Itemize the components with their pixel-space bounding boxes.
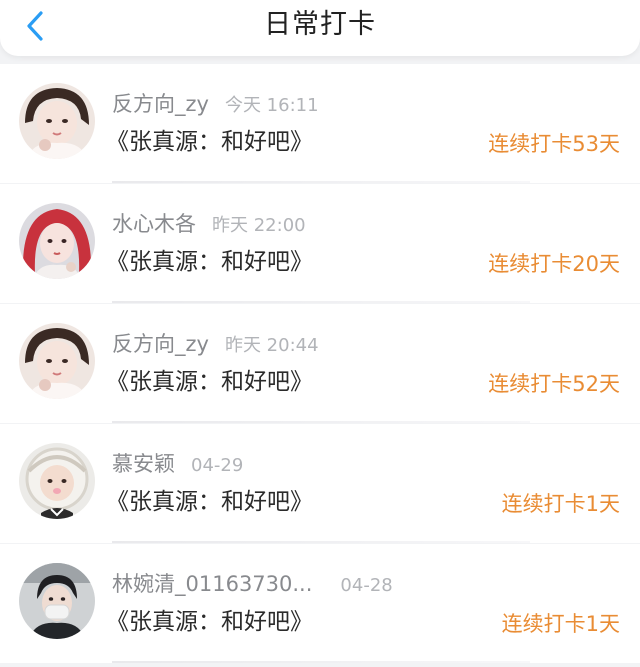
streak-label: 连续打卡53天 xyxy=(488,132,620,156)
list-item[interactable]: 水心木各 昨天 22:00 《张真源：和好吧》 连续打卡20天 xyxy=(0,184,640,303)
book-title[interactable]: 《张真源：和好吧》 xyxy=(106,242,313,276)
avatar[interactable] xyxy=(19,563,95,639)
list-item[interactable]: 慕安颖 04-29 《张真源：和好吧》 连续打卡1天 xyxy=(0,424,640,543)
user-avatar-icon xyxy=(19,323,95,399)
top-bar: 日常打卡 xyxy=(0,0,640,56)
streak-label: 连续打卡52天 xyxy=(488,372,620,396)
divider xyxy=(112,421,530,423)
username[interactable]: 水心木各 xyxy=(112,208,196,238)
timestamp: 04-28 xyxy=(340,575,393,596)
user-avatar-icon xyxy=(19,83,95,159)
checkin-list: 反方向_zy 今天 16:11 《张真源：和好吧》 连续打卡53天 水心木各 昨… xyxy=(0,64,640,667)
avatar[interactable] xyxy=(19,323,95,399)
page-title: 日常打卡 xyxy=(264,9,376,40)
username[interactable]: 反方向_zy xyxy=(112,328,209,358)
book-title[interactable]: 《张真源：和好吧》 xyxy=(106,482,313,516)
username[interactable]: 慕安颖 xyxy=(112,448,175,478)
streak-label: 连续打卡1天 xyxy=(501,492,620,516)
avatar[interactable] xyxy=(19,443,95,519)
avatar[interactable] xyxy=(19,83,95,159)
user-avatar-icon xyxy=(19,203,95,279)
streak-label: 连续打卡20天 xyxy=(488,252,620,276)
timestamp: 今天 16:11 xyxy=(224,95,319,116)
user-avatar-icon xyxy=(19,443,95,519)
username[interactable]: 反方向_zy xyxy=(112,88,209,118)
list-item[interactable]: 反方向_zy 今天 16:11 《张真源：和好吧》 连续打卡53天 xyxy=(0,64,640,183)
name-row: 反方向_zy 今天 16:11 xyxy=(112,88,319,116)
name-row: 林婉清_01163730... 04-28 xyxy=(112,568,393,596)
list-item[interactable]: 反方向_zy 昨天 20:44 《张真源：和好吧》 连续打卡52天 xyxy=(0,304,640,423)
timestamp: 昨天 22:00 xyxy=(212,215,306,236)
avatar[interactable] xyxy=(19,203,95,279)
user-avatar-icon xyxy=(19,563,95,639)
book-title[interactable]: 《张真源：和好吧》 xyxy=(106,602,313,636)
username[interactable]: 林婉清_01163730... xyxy=(112,568,312,598)
timestamp: 昨天 20:44 xyxy=(224,335,319,356)
divider xyxy=(112,661,530,663)
book-title[interactable]: 《张真源：和好吧》 xyxy=(106,362,313,396)
divider xyxy=(112,301,530,303)
name-row: 慕安颖 04-29 xyxy=(112,448,243,476)
streak-label: 连续打卡1天 xyxy=(501,612,620,636)
name-row: 水心木各 昨天 22:00 xyxy=(112,208,306,236)
list-item[interactable]: 林婉清_01163730... 04-28 《张真源：和好吧》 连续打卡1天 xyxy=(0,544,640,663)
divider xyxy=(112,541,530,543)
name-row: 反方向_zy 昨天 20:44 xyxy=(112,328,319,356)
timestamp: 04-29 xyxy=(191,455,244,476)
book-title[interactable]: 《张真源：和好吧》 xyxy=(106,122,313,156)
divider xyxy=(112,181,530,183)
